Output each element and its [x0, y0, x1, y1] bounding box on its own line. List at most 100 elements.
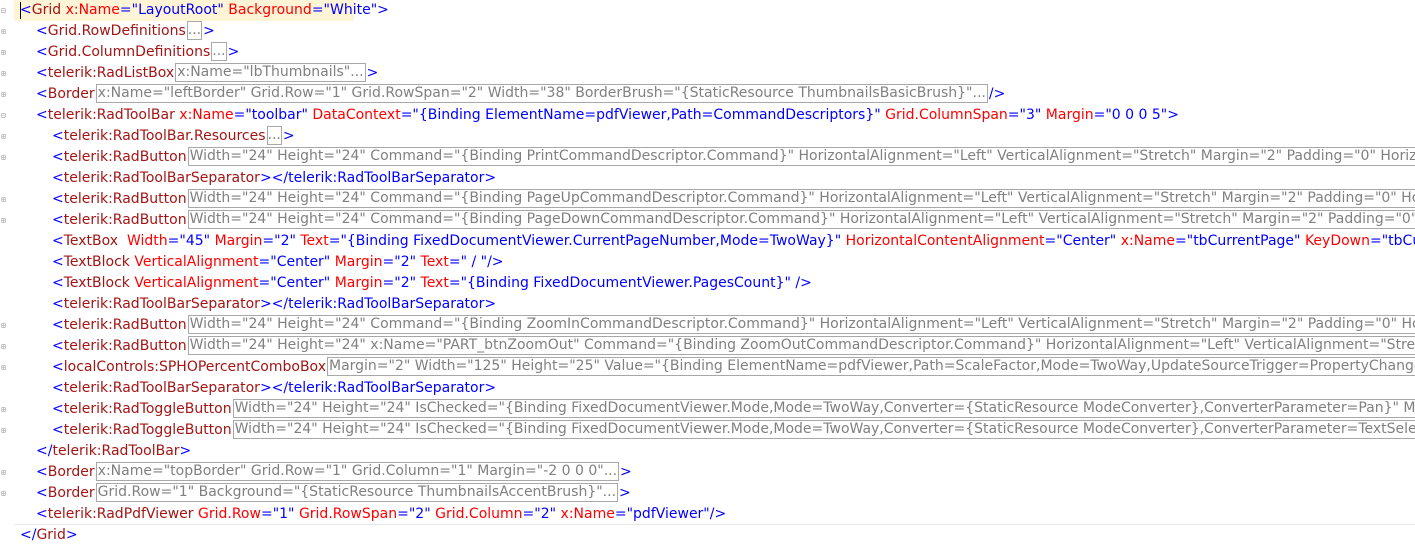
- collapsed-region[interactable]: ...: [266, 126, 282, 145]
- expand-outline-icon[interactable]: ⊞: [1, 405, 7, 414]
- collapse-outline-icon[interactable]: ⊟: [1, 111, 7, 120]
- expand-outline-icon[interactable]: ⊞: [1, 132, 7, 141]
- expand-outline-icon[interactable]: ⊞: [1, 363, 7, 372]
- tag-close: >: [377, 2, 389, 18]
- code-line[interactable]: <telerik:RadToolBarSeparator></telerik:R…: [52, 294, 496, 315]
- expand-outline-icon[interactable]: ⊞: [1, 195, 7, 204]
- tag-name: telerik:RadToggleButton: [63, 401, 232, 417]
- attribute-name: VerticalAlignment: [134, 275, 259, 291]
- tag-name: Border: [47, 464, 95, 480]
- attribute-value: "{Binding FixedDocumentViewer.CurrentPag…: [340, 233, 842, 249]
- code-line[interactable]: </telerik:RadToolBar>: [36, 441, 191, 462]
- code-line[interactable]: <TextBox Width="45" Margin="2" Text="{Bi…: [52, 231, 1415, 252]
- code-line[interactable]: <telerik:RadListBox x:Name="lbThumbnails"…: [36, 63, 378, 84]
- code-line[interactable]: <telerik:RadPdfViewer Grid.Row="1" Grid.…: [36, 504, 726, 525]
- code-line[interactable]: <telerik:RadToolBarSeparator></telerik:R…: [52, 378, 496, 399]
- code-line[interactable]: <TextBlock VerticalAlignment="Center" Ma…: [52, 273, 812, 294]
- expand-outline-icon[interactable]: ⊞: [1, 153, 7, 162]
- tag-bracket: <: [36, 23, 48, 39]
- code-line[interactable]: <Grid x:Name="LayoutRoot" Background="Wh…: [20, 0, 389, 21]
- code-line[interactable]: <telerik:RadButton Width="24" Height="24"…: [52, 210, 1415, 231]
- tag-name: telerik:RadListBox: [47, 65, 175, 81]
- tag-close: >: [619, 485, 631, 501]
- code-line[interactable]: <telerik:RadButton Width="24" Height="24"…: [52, 336, 1415, 357]
- attribute-value: "2": [274, 233, 296, 249]
- attribute-value: "2": [534, 506, 557, 522]
- expand-outline-icon[interactable]: ⊞: [1, 468, 7, 477]
- collapsed-region[interactable]: ...: [186, 21, 203, 40]
- tag-name: telerik:RadToolBarSeparator: [63, 170, 260, 186]
- collapsed-region[interactable]: Width="24" Height="24" Command="{Binding…: [187, 189, 1415, 208]
- attribute-value: "Center": [270, 254, 331, 270]
- attribute-value: "2": [394, 254, 417, 270]
- code-line[interactable]: <telerik:RadToolBar x:Name="toolbar" Dat…: [36, 105, 1179, 126]
- tag-name: Border: [47, 86, 95, 102]
- code-line[interactable]: <telerik:RadToolBar.Resources... >: [52, 126, 295, 147]
- code-line[interactable]: <telerik:RadToggleButton Width="24" Heigh…: [52, 420, 1415, 441]
- code-line[interactable]: <telerik:RadToolBarSeparator></telerik:R…: [52, 168, 496, 189]
- tag-close: >: [65, 527, 78, 543]
- expand-outline-icon[interactable]: ⊞: [1, 27, 7, 36]
- code-line[interactable]: <TextBlock VerticalAlignment="Center" Ma…: [52, 252, 504, 273]
- tag-bracket: <: [36, 44, 48, 60]
- attribute-value: "LayoutRoot": [131, 2, 224, 18]
- collapse-outline-icon[interactable]: ⊟: [1, 6, 7, 15]
- code-line[interactable]: <localControls:SPHOPercentComboBox Margin…: [52, 357, 1415, 378]
- tag-close: >: [227, 44, 240, 60]
- expand-outline-icon[interactable]: ⊞: [1, 216, 7, 225]
- tag-bracket: <: [52, 401, 64, 417]
- expand-outline-icon[interactable]: ⊞: [1, 90, 7, 99]
- code-line[interactable]: <telerik:RadButton Width="24" Height="24"…: [52, 315, 1415, 336]
- code-line[interactable]: </Grid>: [20, 525, 78, 545]
- collapsed-region[interactable]: x:Name="lbThumbnails"...: [175, 63, 366, 82]
- code-line[interactable]: <Border x:Name="leftBorder" Grid.Row="1" …: [36, 84, 1005, 105]
- attribute-name: Text: [300, 233, 329, 249]
- attribute-value: "2": [408, 506, 431, 522]
- collapsed-region[interactable]: Width="24" Height="24" Command="{Binding…: [187, 210, 1415, 229]
- collapsed-region[interactable]: Width="24" Height="24" IsChecked="{Bindi…: [232, 399, 1415, 418]
- collapsed-region[interactable]: ...: [211, 42, 227, 61]
- expand-outline-icon[interactable]: ⊞: [1, 342, 7, 351]
- collapsed-region[interactable]: x:Name="leftBorder" Grid.Row="1" Grid.Ro…: [95, 84, 988, 103]
- code-line[interactable]: <Border Grid.Row="1" Background="{StaticR…: [36, 483, 631, 504]
- code-line[interactable]: <Grid.RowDefinitions... >: [36, 21, 215, 42]
- attribute-name: Margin: [334, 275, 383, 291]
- attribute-name: Margin: [214, 233, 263, 249]
- collapsed-region[interactable]: Width="24" Height="24" x:Name="PART_btnZ…: [187, 336, 1415, 355]
- expand-outline-icon[interactable]: ⊞: [1, 426, 7, 435]
- collapsed-region[interactable]: Grid.Row="1" Background="{StaticResource…: [95, 483, 619, 502]
- tag-bracket: <: [52, 338, 64, 354]
- code-line[interactable]: <telerik:RadToggleButton Width="24" Heigh…: [52, 399, 1415, 420]
- tag-name: telerik:RadButton: [63, 191, 187, 207]
- collapsed-region[interactable]: Margin="2" Width="125" Height="25" Value…: [326, 357, 1415, 376]
- code-line[interactable]: <telerik:RadButton Width="24" Height="24"…: [52, 189, 1415, 210]
- attribute-value: "1": [272, 506, 295, 522]
- tag-bracket: <: [52, 149, 64, 165]
- tag-name: TextBlock: [63, 254, 130, 270]
- code-line[interactable]: <Border x:Name="topBorder" Grid.Row="1" G…: [36, 462, 632, 483]
- collapsed-region[interactable]: Width="24" Height="24" IsChecked="{Bindi…: [232, 420, 1415, 439]
- outlining-gutter: ⊟ ⊞ ⊞ ⊞ ⊞ ⊟ ⊞ ⊞ ⊞ ⊞ ⊞ ⊞ ⊞ ⊞ ⊞ ⊞ ⊞: [0, 0, 14, 545]
- tag-close: >: [1167, 107, 1179, 123]
- expand-outline-icon[interactable]: ⊞: [1, 48, 7, 57]
- attribute-value: "{Binding ElementName=pdfViewer,Path=Com…: [412, 107, 881, 123]
- collapsed-region[interactable]: Width="24" Height="24" Command="{Binding…: [187, 147, 1415, 166]
- attribute-name: Text: [420, 254, 449, 270]
- attribute-name: x:Name: [1120, 233, 1176, 249]
- equals-sign: =: [448, 254, 461, 270]
- expand-outline-icon[interactable]: ⊞: [1, 321, 7, 330]
- expand-outline-icon[interactable]: ⊞: [1, 69, 7, 78]
- code-line[interactable]: <Grid.ColumnDefinitions... >: [36, 42, 239, 63]
- tag-name: TextBox: [63, 233, 123, 249]
- attribute-name: VerticalAlignment: [134, 254, 259, 270]
- equals-sign: =: [1044, 233, 1057, 249]
- xaml-code-editor[interactable]: ⊟ ⊞ ⊞ ⊞ ⊞ ⊟ ⊞ ⊞ ⊞ ⊞ ⊞ ⊞ ⊞ ⊞ ⊞ ⊞ ⊞ <Grid x:Name="LayoutRo…: [0, 0, 1415, 545]
- tag-bracket: <: [52, 170, 64, 186]
- equals-sign: =: [1093, 107, 1106, 123]
- attribute-name: Width: [126, 233, 168, 249]
- expand-outline-icon[interactable]: ⊞: [1, 489, 7, 498]
- collapsed-region[interactable]: x:Name="topBorder" Grid.Row="1" Grid.Col…: [95, 462, 620, 481]
- code-line[interactable]: <telerik:RadButton Width="24" Height="24"…: [52, 147, 1415, 168]
- tag-close: />: [487, 254, 504, 270]
- collapsed-region[interactable]: Width="24" Height="24" Command="{Binding…: [187, 315, 1415, 334]
